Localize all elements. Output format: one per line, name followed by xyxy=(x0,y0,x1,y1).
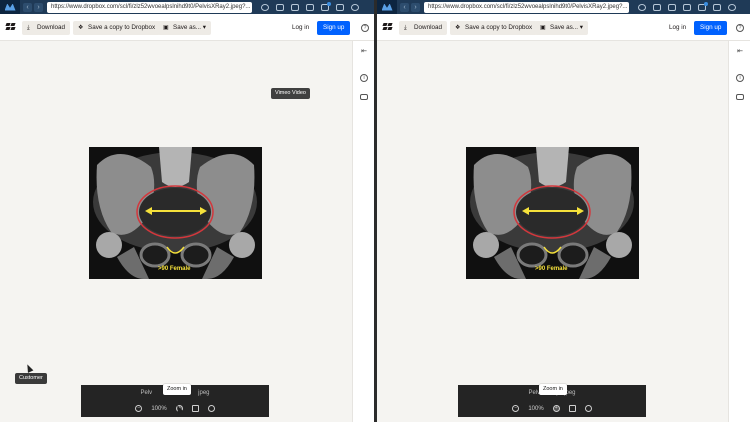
info-icon[interactable]: i xyxy=(360,74,368,82)
xray-annotation-label: >90 Female xyxy=(535,266,568,272)
help-icon[interactable]: ? xyxy=(361,24,369,32)
xray-image: >90 Female xyxy=(466,147,639,279)
save-copy-button[interactable]: ❖ Save a copy to Dropbox xyxy=(450,21,538,35)
side-rail: ⇤ i xyxy=(728,41,750,422)
xray-annotation-label: >90 Female xyxy=(158,266,191,272)
save-as-dropdown[interactable]: ▣ Save as... ▾ xyxy=(535,21,588,35)
collapse-panel-icon[interactable]: ⇤ xyxy=(360,48,368,56)
video-camera-icon[interactable] xyxy=(291,3,299,11)
save-copy-label: Save a copy to Dropbox xyxy=(88,24,156,31)
download-icon: ⤓ xyxy=(27,25,30,31)
collapse-panel-icon[interactable]: ⇤ xyxy=(736,48,744,56)
help-icon[interactable]: ? xyxy=(736,24,744,32)
mouse-cursor-icon xyxy=(24,363,34,373)
back-icon[interactable]: ‹ xyxy=(23,2,32,12)
save-icon: ▣ xyxy=(163,25,169,31)
dropbox-small-icon: ❖ xyxy=(455,25,461,31)
save-copy-button[interactable]: ❖ Save a copy to Dropbox xyxy=(73,21,161,35)
browser-extension-icons xyxy=(638,1,736,11)
browser-nav-buttons: ‹ › xyxy=(400,2,420,12)
vimeo-video-tooltip: Vimeo Video xyxy=(271,88,310,99)
refresh-icon[interactable] xyxy=(261,3,269,11)
notifications-icon[interactable] xyxy=(698,1,708,11)
screenshot-root: ‹ › https://www.dropbox.com/scl/fi/zlz52… xyxy=(0,0,750,422)
save-as-dropdown[interactable]: ▣ Save as... ▾ xyxy=(158,21,211,35)
download-icon: ⤓ xyxy=(404,25,407,31)
sync-icon[interactable] xyxy=(713,3,721,11)
save-copy-label: Save a copy to Dropbox xyxy=(465,24,533,31)
video-camera-icon[interactable] xyxy=(668,3,676,11)
layers-icon[interactable] xyxy=(653,3,661,11)
sync-icon[interactable] xyxy=(336,3,344,11)
fullscreen-icon[interactable] xyxy=(191,405,199,412)
fullscreen-icon[interactable] xyxy=(568,405,576,412)
browser-logo-icon xyxy=(0,0,20,14)
zoom-in-tooltip: Zoom in xyxy=(163,384,191,395)
zoom-level: 100% xyxy=(528,405,544,412)
zoom-controls: − 100% + xyxy=(458,405,646,412)
signup-button[interactable]: Sign up xyxy=(317,21,351,35)
right-browser-window: ‹ › https://www.dropbox.com/scl/fi/zlz52… xyxy=(377,0,750,422)
back-icon[interactable]: ‹ xyxy=(400,2,409,12)
browser-logo-icon xyxy=(377,0,397,14)
side-rail: ⇤ i xyxy=(352,41,374,422)
layers-icon[interactable] xyxy=(276,3,284,11)
comment-icon[interactable] xyxy=(360,94,368,100)
dropbox-small-icon: ❖ xyxy=(78,25,84,31)
browser-extension-icons xyxy=(261,1,359,11)
zoom-in-tooltip: Zoom in xyxy=(539,384,567,395)
mail-icon[interactable] xyxy=(683,3,691,11)
zoom-in-icon[interactable]: + xyxy=(552,405,560,412)
customer-tooltip: Customer xyxy=(15,373,47,384)
chat-icon[interactable] xyxy=(351,3,359,11)
left-browser-window: ‹ › https://www.dropbox.com/scl/fi/zlz52… xyxy=(0,0,374,422)
notifications-icon[interactable] xyxy=(321,1,331,11)
browser-nav-buttons: ‹ › xyxy=(23,2,43,12)
forward-icon[interactable]: › xyxy=(34,2,43,12)
save-as-label: Save as... xyxy=(173,24,202,31)
dropbox-logo-icon[interactable] xyxy=(5,23,16,31)
login-button[interactable]: Log in xyxy=(664,21,691,35)
browser-address-bar: ‹ › https://www.dropbox.com/scl/fi/zlz52… xyxy=(377,0,750,14)
xray-image: >90 Female xyxy=(89,147,262,279)
download-button[interactable]: ⤓ Download xyxy=(399,21,448,35)
download-label: Download xyxy=(37,24,66,31)
download-button[interactable]: ⤓ Download xyxy=(22,21,71,35)
palette-icon[interactable] xyxy=(207,405,215,412)
comment-icon[interactable] xyxy=(736,94,744,100)
pelvis-xray-graphic xyxy=(466,147,639,279)
pelvis-xray-graphic xyxy=(89,147,262,279)
save-as-label: Save as... xyxy=(550,24,579,31)
info-icon[interactable]: i xyxy=(736,74,744,82)
dropbox-toolbar: ⤓ Download ❖ Save a copy to Dropbox ▣ Sa… xyxy=(0,14,374,41)
chevron-down-icon: ▾ xyxy=(202,24,206,31)
dropbox-logo-icon[interactable] xyxy=(382,23,393,31)
download-label: Download xyxy=(414,24,443,31)
chevron-down-icon: ▾ xyxy=(579,24,583,31)
palette-icon[interactable] xyxy=(584,405,592,412)
refresh-icon[interactable] xyxy=(638,3,646,11)
dropbox-toolbar: ⤓ Download ❖ Save a copy to Dropbox ▣ Sa… xyxy=(377,14,750,41)
mail-icon[interactable] xyxy=(306,3,314,11)
url-field[interactable]: https://www.dropbox.com/scl/fi/zlz52wvoe… xyxy=(424,1,629,13)
login-button[interactable]: Log in xyxy=(287,21,314,35)
chat-icon[interactable] xyxy=(728,3,736,11)
signup-button[interactable]: Sign up xyxy=(694,21,728,35)
save-icon: ▣ xyxy=(540,25,546,31)
zoom-out-icon[interactable]: − xyxy=(135,405,143,412)
zoom-level: 100% xyxy=(151,405,167,412)
forward-icon[interactable]: › xyxy=(411,2,420,12)
browser-address-bar: ‹ › https://www.dropbox.com/scl/fi/zlz52… xyxy=(0,0,374,14)
url-field[interactable]: https://www.dropbox.com/scl/fi/zlz52wvoe… xyxy=(47,1,252,13)
zoom-out-icon[interactable]: − xyxy=(512,405,520,412)
